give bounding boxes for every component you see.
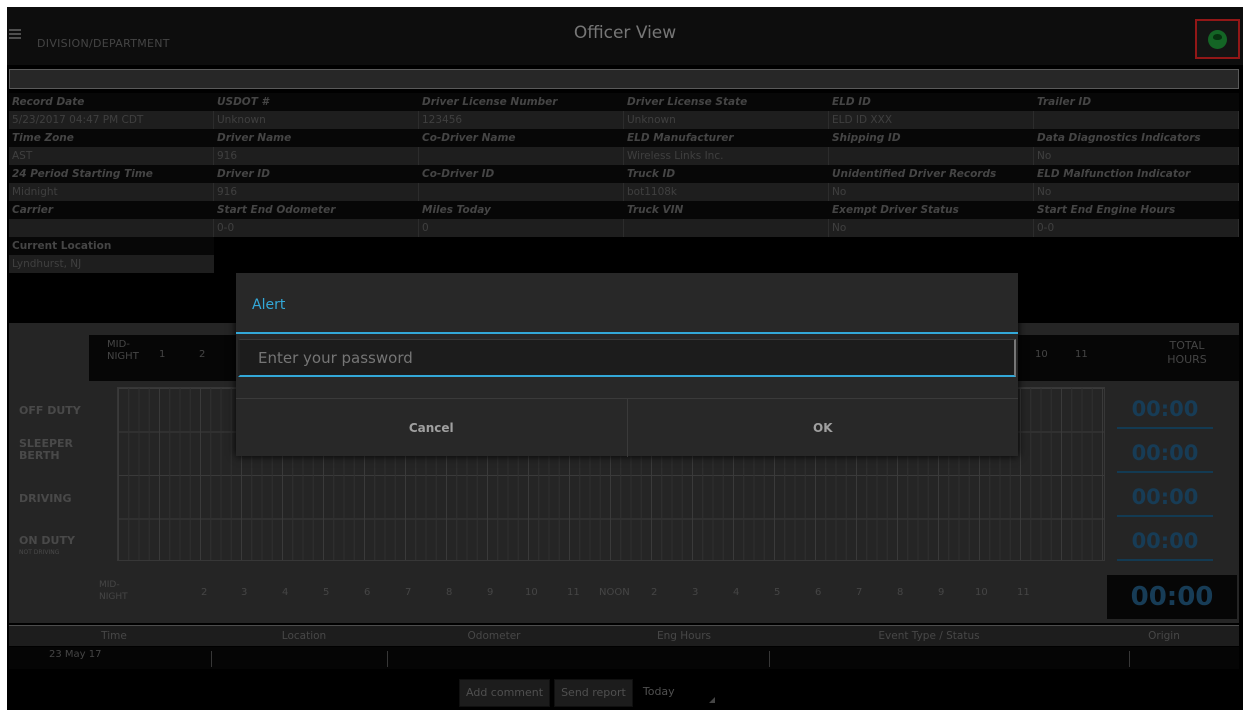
dialog-buttons: Cancel OK xyxy=(236,398,1018,457)
password-input[interactable] xyxy=(238,339,1016,377)
password-dialog: Alert Cancel OK xyxy=(236,273,1018,457)
ok-button[interactable]: OK xyxy=(626,399,1019,457)
dialog-title: Alert xyxy=(252,297,286,313)
dialog-title-divider xyxy=(236,332,1018,334)
cancel-button[interactable]: Cancel xyxy=(236,399,627,457)
officer-view-screen: DIVISION/DEPARTMENT Officer View Record … xyxy=(7,7,1243,710)
